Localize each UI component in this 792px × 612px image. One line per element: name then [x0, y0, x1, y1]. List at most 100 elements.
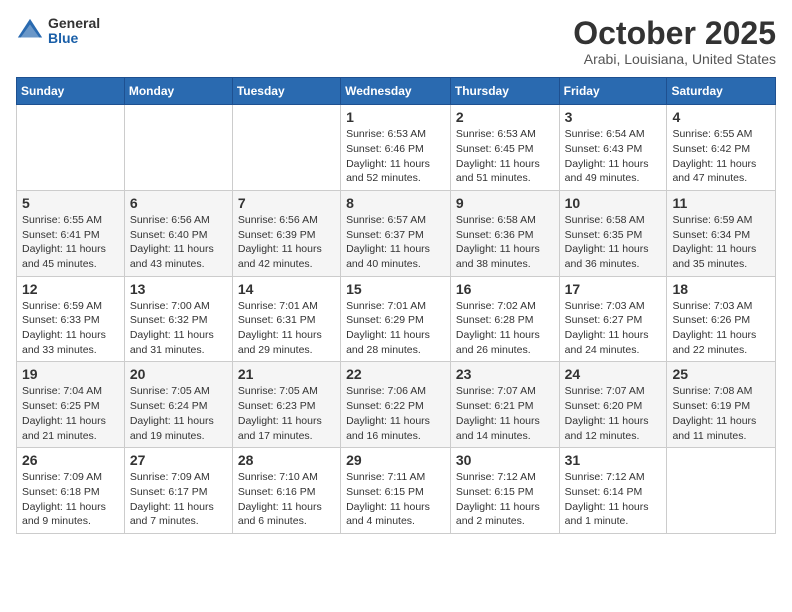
day-info: Sunrise: 6:55 AM Sunset: 6:42 PM Dayligh…	[672, 127, 770, 186]
day-number: 12	[22, 281, 119, 297]
weekday-header: Saturday	[667, 78, 776, 105]
calendar-cell: 14 Sunrise: 7:01 AM Sunset: 6:31 PM Dayli…	[232, 276, 340, 362]
day-info: Sunrise: 7:07 AM Sunset: 6:21 PM Dayligh…	[456, 384, 554, 443]
calendar-week-row: 5Sunrise: 6:55 AM Sunset: 6:41 PM Daylig…	[17, 190, 776, 276]
day-number: 17	[565, 281, 662, 297]
calendar-cell	[667, 448, 776, 534]
calendar-cell	[232, 105, 340, 191]
day-info: Sunrise: 7:05 AM Sunset: 6:24 PM Dayligh…	[130, 384, 227, 443]
calendar-cell: 3Sunrise: 6:54 AM Sunset: 6:43 PM Daylig…	[559, 105, 667, 191]
day-number: 18	[672, 281, 770, 297]
day-number: 7	[238, 195, 335, 211]
calendar-cell: 31Sunrise: 7:12 AM Sunset: 6:14 PM Dayli…	[559, 448, 667, 534]
day-info: Sunrise: 7:03 AM Sunset: 6:27 PM Dayligh…	[565, 299, 662, 358]
day-number: 20	[130, 366, 227, 382]
calendar-cell: 26Sunrise: 7:09 AM Sunset: 6:18 PM Dayli…	[17, 448, 125, 534]
day-number: 31	[565, 452, 662, 468]
logo-icon	[16, 17, 44, 45]
day-number: 10	[565, 195, 662, 211]
day-info: Sunrise: 6:58 AM Sunset: 6:35 PM Dayligh…	[565, 213, 662, 272]
day-info: Sunrise: 7:02 AM Sunset: 6:28 PM Dayligh…	[456, 299, 554, 358]
day-number: 26	[22, 452, 119, 468]
day-number: 4	[672, 109, 770, 125]
calendar-cell: 2 Sunrise: 6:53 AM Sunset: 6:45 PM Daylig…	[450, 105, 559, 191]
day-info: Sunrise: 6:53 AM Sunset: 6:45 PM Dayligh…	[456, 127, 554, 186]
calendar-cell: 12 Sunrise: 6:59 AM Sunset: 6:33 PM Dayli…	[17, 276, 125, 362]
day-number: 28	[238, 452, 335, 468]
day-number: 6	[130, 195, 227, 211]
calendar-week-row: 12 Sunrise: 6:59 AM Sunset: 6:33 PM Dayli…	[17, 276, 776, 362]
weekday-header: Tuesday	[232, 78, 340, 105]
day-info: Sunrise: 7:05 AM Sunset: 6:23 PM Dayligh…	[238, 384, 335, 443]
calendar-cell: 19 Sunrise: 7:04 AM Sunset: 6:25 PM Dayli…	[17, 362, 125, 448]
day-info: Sunrise: 7:07 AM Sunset: 6:20 PM Dayligh…	[565, 384, 662, 443]
calendar-cell: 24 Sunrise: 7:07 AM Sunset: 6:20 PM Dayli…	[559, 362, 667, 448]
day-number: 15	[346, 281, 445, 297]
calendar-cell: 27 Sunrise: 7:09 AM Sunset: 6:17 PM Dayli…	[124, 448, 232, 534]
day-number: 11	[672, 195, 770, 211]
day-info: Sunrise: 7:00 AM Sunset: 6:32 PM Dayligh…	[130, 299, 227, 358]
day-number: 27	[130, 452, 227, 468]
calendar-cell: 21 Sunrise: 7:05 AM Sunset: 6:23 PM Dayli…	[232, 362, 340, 448]
day-info: Sunrise: 7:06 AM Sunset: 6:22 PM Dayligh…	[346, 384, 445, 443]
day-number: 25	[672, 366, 770, 382]
weekday-header-row: SundayMondayTuesdayWednesdayThursdayFrid…	[17, 78, 776, 105]
day-info: Sunrise: 7:10 AM Sunset: 6:16 PM Dayligh…	[238, 470, 335, 529]
weekday-header: Monday	[124, 78, 232, 105]
day-number: 24	[565, 366, 662, 382]
calendar-week-row: 1 Sunrise: 6:53 AM Sunset: 6:46 PM Daylig…	[17, 105, 776, 191]
calendar-cell: 29 Sunrise: 7:11 AM Sunset: 6:15 PM Dayli…	[341, 448, 451, 534]
calendar-cell: 5Sunrise: 6:55 AM Sunset: 6:41 PM Daylig…	[17, 190, 125, 276]
day-number: 14	[238, 281, 335, 297]
title-block: October 2025 Arabi, Louisiana, United St…	[573, 16, 776, 67]
calendar-week-row: 26Sunrise: 7:09 AM Sunset: 6:18 PM Dayli…	[17, 448, 776, 534]
calendar-cell	[124, 105, 232, 191]
calendar-cell: 1 Sunrise: 6:53 AM Sunset: 6:46 PM Daylig…	[341, 105, 451, 191]
calendar-cell: 22 Sunrise: 7:06 AM Sunset: 6:22 PM Dayli…	[341, 362, 451, 448]
calendar-cell: 23 Sunrise: 7:07 AM Sunset: 6:21 PM Dayli…	[450, 362, 559, 448]
day-info: Sunrise: 7:09 AM Sunset: 6:17 PM Dayligh…	[130, 470, 227, 529]
day-number: 29	[346, 452, 445, 468]
calendar-cell: 11 Sunrise: 6:59 AM Sunset: 6:34 PM Dayli…	[667, 190, 776, 276]
weekday-header: Sunday	[17, 78, 125, 105]
calendar-cell: 25Sunrise: 7:08 AM Sunset: 6:19 PM Dayli…	[667, 362, 776, 448]
day-info: Sunrise: 7:04 AM Sunset: 6:25 PM Dayligh…	[22, 384, 119, 443]
day-info: Sunrise: 6:59 AM Sunset: 6:34 PM Dayligh…	[672, 213, 770, 272]
day-info: Sunrise: 7:01 AM Sunset: 6:29 PM Dayligh…	[346, 299, 445, 358]
day-info: Sunrise: 6:56 AM Sunset: 6:40 PM Dayligh…	[130, 213, 227, 272]
page-header: General Blue October 2025 Arabi, Louisia…	[16, 16, 776, 67]
calendar-cell: 4 Sunrise: 6:55 AM Sunset: 6:42 PM Daylig…	[667, 105, 776, 191]
logo: General Blue	[16, 16, 100, 47]
day-info: Sunrise: 6:56 AM Sunset: 6:39 PM Dayligh…	[238, 213, 335, 272]
day-info: Sunrise: 7:11 AM Sunset: 6:15 PM Dayligh…	[346, 470, 445, 529]
day-number: 9	[456, 195, 554, 211]
day-number: 5	[22, 195, 119, 211]
weekday-header: Thursday	[450, 78, 559, 105]
calendar-week-row: 19 Sunrise: 7:04 AM Sunset: 6:25 PM Dayli…	[17, 362, 776, 448]
calendar-cell: 6 Sunrise: 6:56 AM Sunset: 6:40 PM Daylig…	[124, 190, 232, 276]
day-number: 23	[456, 366, 554, 382]
day-info: Sunrise: 6:53 AM Sunset: 6:46 PM Dayligh…	[346, 127, 445, 186]
calendar-cell: 16 Sunrise: 7:02 AM Sunset: 6:28 PM Dayli…	[450, 276, 559, 362]
day-info: Sunrise: 7:03 AM Sunset: 6:26 PM Dayligh…	[672, 299, 770, 358]
day-number: 21	[238, 366, 335, 382]
main-title: October 2025	[573, 16, 776, 51]
day-info: Sunrise: 7:01 AM Sunset: 6:31 PM Dayligh…	[238, 299, 335, 358]
calendar-cell: 15 Sunrise: 7:01 AM Sunset: 6:29 PM Dayli…	[341, 276, 451, 362]
day-number: 19	[22, 366, 119, 382]
calendar-cell: 8Sunrise: 6:57 AM Sunset: 6:37 PM Daylig…	[341, 190, 451, 276]
day-info: Sunrise: 7:12 AM Sunset: 6:15 PM Dayligh…	[456, 470, 554, 529]
day-number: 2	[456, 109, 554, 125]
calendar-cell: 20 Sunrise: 7:05 AM Sunset: 6:24 PM Dayli…	[124, 362, 232, 448]
calendar-cell: 28 Sunrise: 7:10 AM Sunset: 6:16 PM Dayli…	[232, 448, 340, 534]
calendar-cell: 10 Sunrise: 6:58 AM Sunset: 6:35 PM Dayli…	[559, 190, 667, 276]
logo-blue: Blue	[48, 31, 100, 46]
day-number: 13	[130, 281, 227, 297]
day-number: 22	[346, 366, 445, 382]
logo-general: General	[48, 16, 100, 31]
day-info: Sunrise: 6:59 AM Sunset: 6:33 PM Dayligh…	[22, 299, 119, 358]
calendar-cell: 9Sunrise: 6:58 AM Sunset: 6:36 PM Daylig…	[450, 190, 559, 276]
day-number: 3	[565, 109, 662, 125]
day-number: 1	[346, 109, 445, 125]
day-number: 16	[456, 281, 554, 297]
